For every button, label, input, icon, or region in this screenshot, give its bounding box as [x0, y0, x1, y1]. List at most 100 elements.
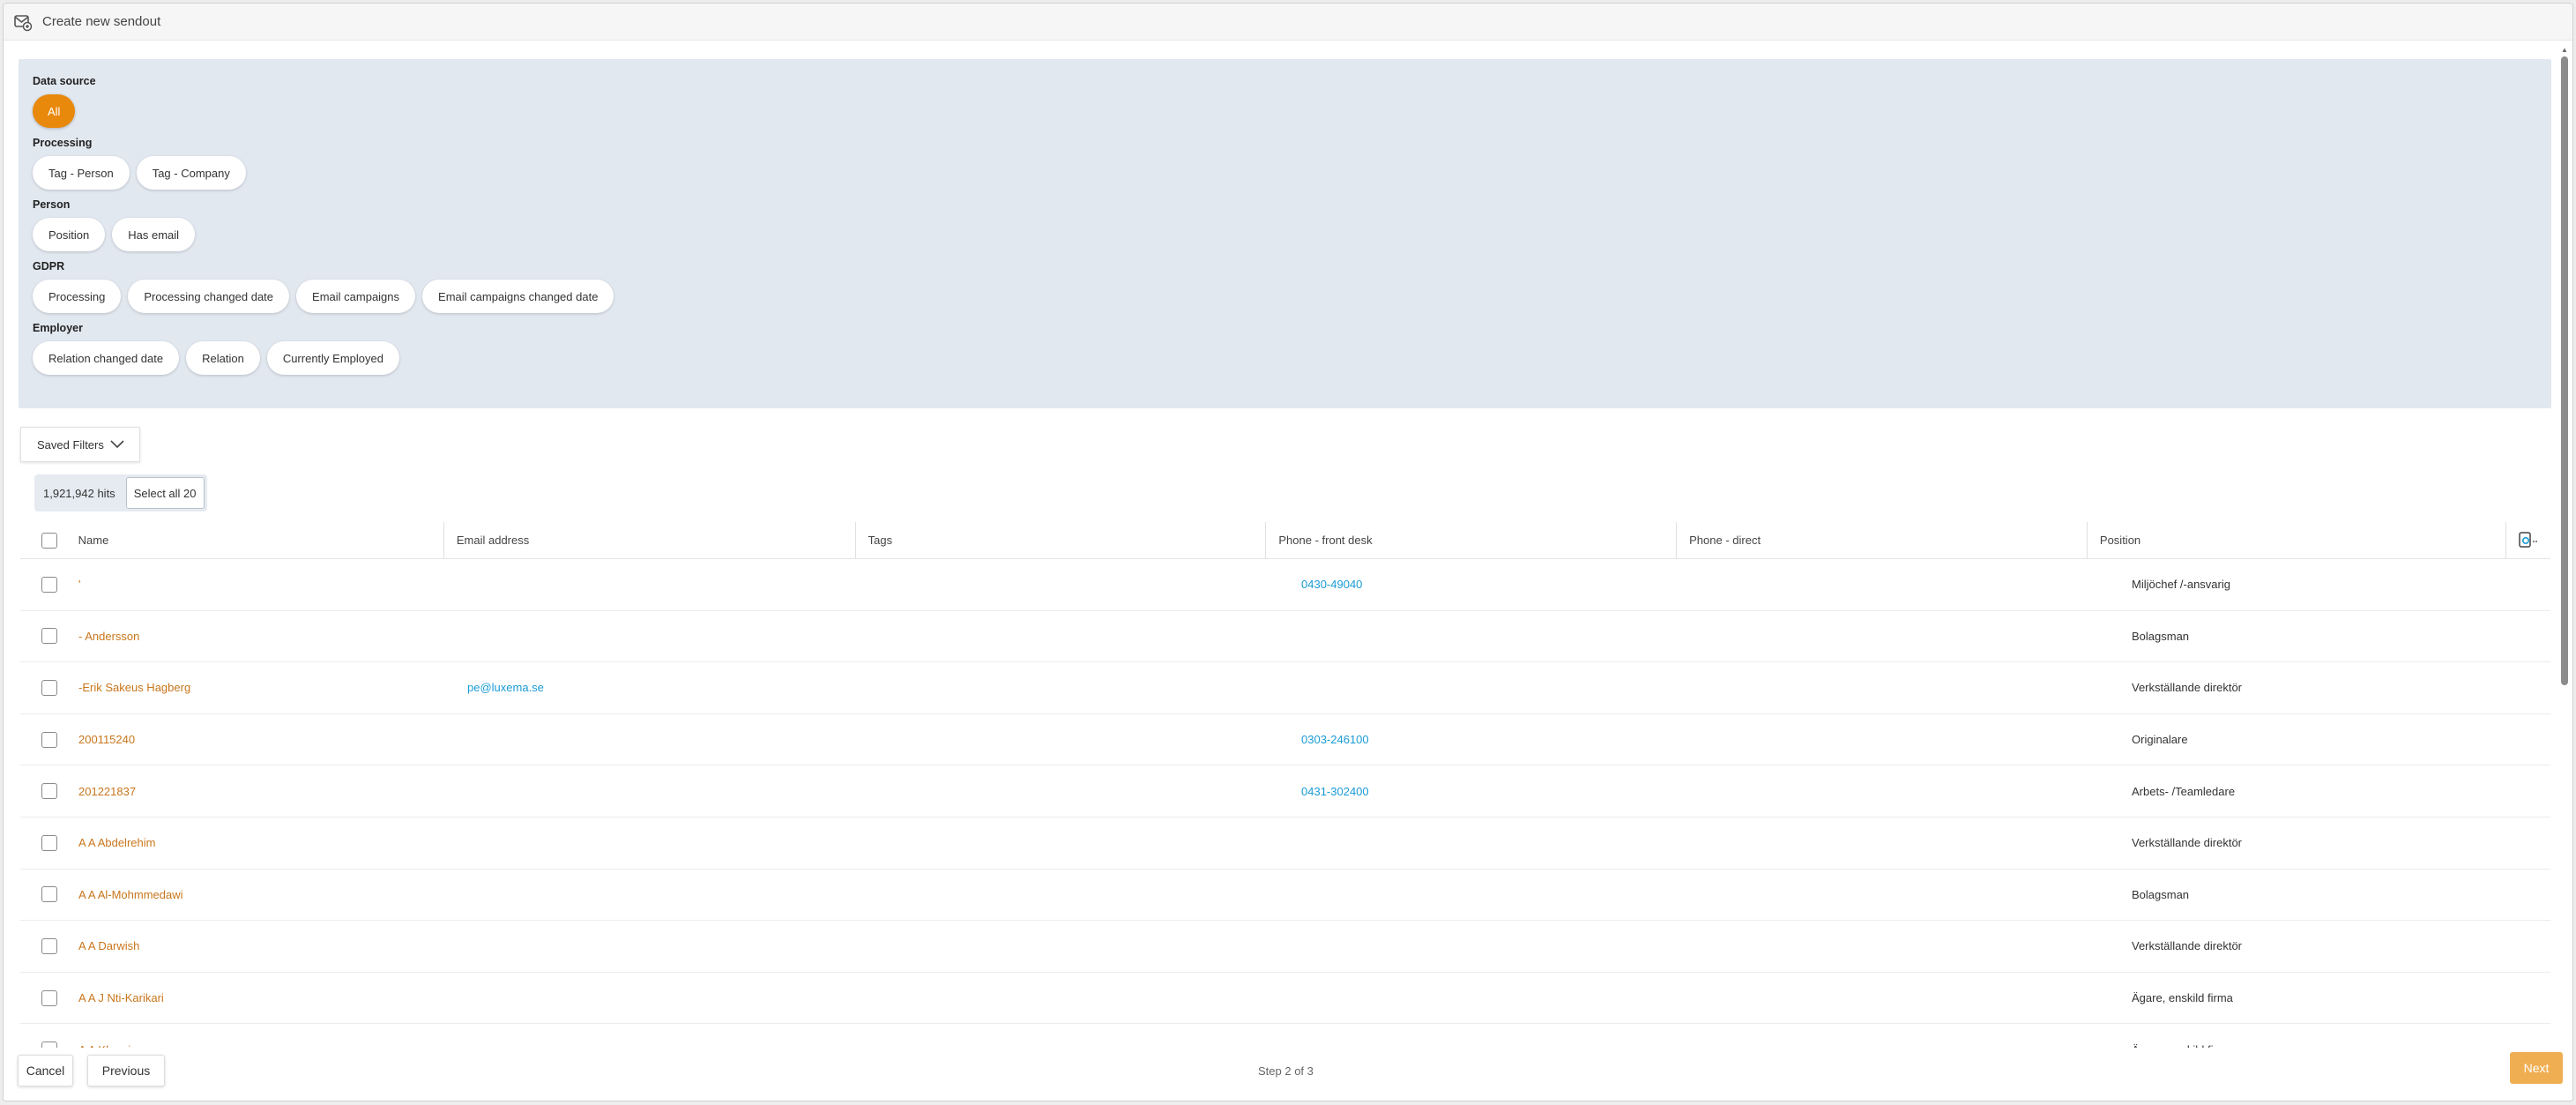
filter-chip[interactable]: Tag - Company — [136, 156, 246, 190]
column-header-position[interactable]: Position — [2086, 522, 2505, 558]
filter-chip[interactable]: Email campaigns — [296, 280, 416, 313]
name-cell[interactable]: 200115240 — [66, 714, 448, 765]
filter-group-title: Processing — [33, 137, 93, 149]
position-cell: Verkställande direktör — [2110, 662, 2533, 713]
email-cell[interactable] — [448, 714, 864, 765]
name-cell-text[interactable]: A A Abdelrehim — [78, 836, 155, 849]
name-cell-text[interactable]: A A Darwish — [78, 939, 139, 952]
email-cell[interactable] — [448, 611, 864, 662]
saved-filters-dropdown[interactable]: Saved Filters — [20, 427, 140, 462]
filter-chip[interactable]: Processing changed date — [128, 280, 290, 313]
name-cell[interactable]: 201221837 — [66, 765, 448, 817]
name-cell[interactable]: A A Darwish — [66, 921, 448, 972]
email-cell[interactable] — [448, 765, 864, 817]
filter-chip[interactable]: Processing — [33, 280, 122, 313]
name-cell[interactable]: - Andersson — [66, 611, 448, 662]
filter-chip[interactable]: Tag - Person — [33, 156, 130, 190]
email-cell[interactable] — [448, 870, 864, 921]
filter-group: Employer Relation changed date Relation Cur… — [33, 322, 2537, 375]
row-checkbox[interactable] — [41, 886, 57, 903]
phone-front-cell[interactable]: 0430-49040 — [1279, 559, 1694, 610]
name-cell-text[interactable]: - Andersson — [78, 630, 139, 643]
filter-chip[interactable]: Relation changed date — [33, 341, 180, 375]
phone-front-cell[interactable] — [1279, 818, 1694, 869]
column-header-tags[interactable]: Tags — [854, 522, 1266, 558]
previous-button[interactable]: Previous — [87, 1055, 165, 1086]
name-cell-text[interactable]: A A Al-Mohmmedawi — [78, 888, 183, 901]
email-cell[interactable] — [448, 818, 864, 869]
phone-direct-cell — [1694, 818, 2110, 869]
table-row[interactable]: -Erik Sakeus Hagberg pe@luxema.se Verkstäl… — [20, 662, 2550, 714]
header-checkbox[interactable] — [41, 532, 57, 549]
tags-cell — [864, 818, 1279, 869]
scroll-up-arrow-icon[interactable]: ▲ — [2559, 44, 2570, 55]
phone-front-cell[interactable] — [1279, 662, 1694, 713]
phone-front-cell-text[interactable]: 0303-246100 — [1301, 733, 1369, 746]
phone-direct-cell — [1694, 611, 2110, 662]
position-cell: Arbets- /Teamledare — [2110, 765, 2533, 817]
row-checkbox[interactable] — [41, 834, 57, 851]
table-row[interactable]: A A Al-Mohmmedawi Bolagsman — [20, 870, 2550, 922]
phone-front-cell[interactable] — [1279, 921, 1694, 972]
phone-front-cell[interactable] — [1279, 870, 1694, 921]
table-row[interactable]: A A Abdelrehim Verkställande direktör — [20, 818, 2550, 870]
email-cell[interactable]: pe@luxema.se — [448, 662, 864, 713]
phone-front-cell[interactable] — [1279, 973, 1694, 1024]
vertical-scrollbar[interactable]: ▲ — [2559, 44, 2570, 1063]
filter-chip[interactable]: Email campaigns changed date — [422, 280, 614, 313]
name-cell-text[interactable]: -Erik Sakeus Hagberg — [78, 681, 190, 694]
phone-front-cell[interactable]: 0431-302400 — [1279, 765, 1694, 817]
row-checkbox[interactable] — [41, 937, 57, 954]
column-header-phone-direct[interactable]: Phone - direct — [1676, 522, 2087, 558]
name-cell-text[interactable]: A A J Nti-Karikari — [78, 991, 164, 1004]
email-cell-text[interactable]: pe@luxema.se — [467, 681, 544, 694]
phone-front-cell[interactable]: 0303-246100 — [1279, 714, 1694, 765]
next-button[interactable]: Next — [2510, 1052, 2563, 1084]
column-settings-icon[interactable] — [2517, 531, 2540, 550]
filter-chip[interactable]: Position — [33, 218, 106, 251]
select-all-button[interactable]: Select all 20 — [125, 477, 205, 509]
table-row[interactable]: - Andersson Bolagsman — [20, 611, 2550, 663]
row-checkbox[interactable] — [41, 783, 57, 800]
phone-front-cell-text[interactable]: 0431-302400 — [1301, 785, 1369, 798]
row-checkbox[interactable] — [41, 989, 57, 1006]
column-header-phone-front[interactable]: Phone - front desk — [1265, 522, 1676, 558]
name-cell-text[interactable]: 200115240 — [78, 733, 135, 746]
filter-chip[interactable]: Relation — [186, 341, 260, 375]
scroll-thumb[interactable] — [2561, 56, 2568, 685]
row-select-cell — [20, 611, 66, 662]
name-cell-text[interactable]: 201221837 — [78, 785, 136, 798]
filter-chip[interactable]: All — [33, 94, 76, 128]
table-row[interactable]: 200115240 0303-246100 Originalare — [20, 714, 2550, 766]
row-select-cell — [20, 559, 66, 610]
name-cell[interactable]: ' — [66, 559, 448, 610]
table-row[interactable]: 201221837 0431-302400 Arbets- /Teamledare — [20, 765, 2550, 818]
name-cell-text[interactable]: ' — [78, 578, 80, 591]
column-header-email[interactable]: Email address — [443, 522, 855, 558]
phone-front-cell[interactable] — [1279, 611, 1694, 662]
filter-chip[interactable]: Currently Employed — [266, 341, 399, 375]
name-cell[interactable]: -Erik Sakeus Hagberg — [66, 662, 448, 713]
name-cell[interactable]: A A Al-Mohmmedawi — [66, 870, 448, 921]
position-cell-text: Bolagsman — [2132, 887, 2190, 901]
name-cell[interactable]: A A J Nti-Karikari — [66, 973, 448, 1024]
row-checkbox[interactable] — [41, 576, 57, 593]
phone-front-cell-text[interactable]: 0430-49040 — [1301, 578, 1362, 591]
column-header-name[interactable]: Name — [66, 522, 443, 558]
position-cell-text: Verkställande direktör — [2132, 681, 2243, 695]
cancel-button[interactable]: Cancel — [18, 1055, 73, 1086]
row-checkbox[interactable] — [41, 731, 57, 748]
table-row[interactable]: A A Darwish Verkställande direktör — [20, 921, 2550, 973]
filter-chip[interactable]: Has email — [112, 218, 196, 251]
row-checkbox[interactable] — [41, 679, 57, 696]
email-cell[interactable] — [448, 559, 864, 610]
email-cell[interactable] — [448, 921, 864, 972]
position-cell-text: Verkställande direktör — [2132, 939, 2243, 953]
name-cell[interactable]: A A Abdelrehim — [66, 818, 448, 869]
table-row[interactable]: ' 0430-49040 Miljöchef /-ansvarig — [20, 559, 2550, 611]
row-select-cell — [20, 870, 66, 921]
table-row[interactable]: A A J Nti-Karikari Ägare, enskild firma — [20, 973, 2550, 1025]
position-cell-text: Verkställande direktör — [2132, 836, 2243, 850]
email-cell[interactable] — [448, 973, 864, 1024]
row-checkbox[interactable] — [41, 628, 57, 645]
